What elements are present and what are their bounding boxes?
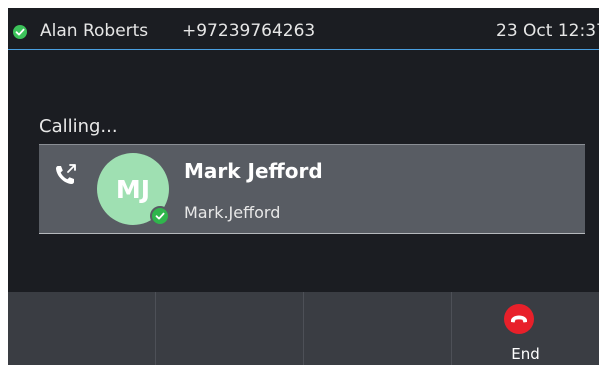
user-number: +97239764263 (182, 21, 316, 41)
outgoing-call-icon (52, 161, 80, 193)
contact-id: Mark.Jefford (184, 203, 281, 222)
end-call-icon (504, 304, 534, 334)
datetime: 23 Oct 12:37 (496, 21, 599, 41)
end-call-label: End (511, 345, 540, 363)
call-card[interactable]: MJ Mark Jefford Mark.Jefford (39, 144, 585, 234)
phone-screen: Alan Roberts +97239764263 23 Oct 12:37 C… (8, 8, 599, 365)
softkey-3[interactable] (304, 292, 452, 365)
user-name: Alan Roberts (40, 21, 149, 41)
softkey-2[interactable] (156, 292, 304, 365)
contact-name: Mark Jefford (184, 159, 323, 183)
softkey-1[interactable] (8, 292, 156, 365)
check-circle-icon (150, 206, 170, 226)
end-call-button[interactable]: End (452, 292, 599, 365)
check-circle-icon (13, 25, 27, 39)
status-bar: Alan Roberts +97239764263 23 Oct 12:37 (8, 8, 599, 50)
call-status-label: Calling... (39, 116, 118, 137)
softkey-bar: End (8, 292, 599, 365)
